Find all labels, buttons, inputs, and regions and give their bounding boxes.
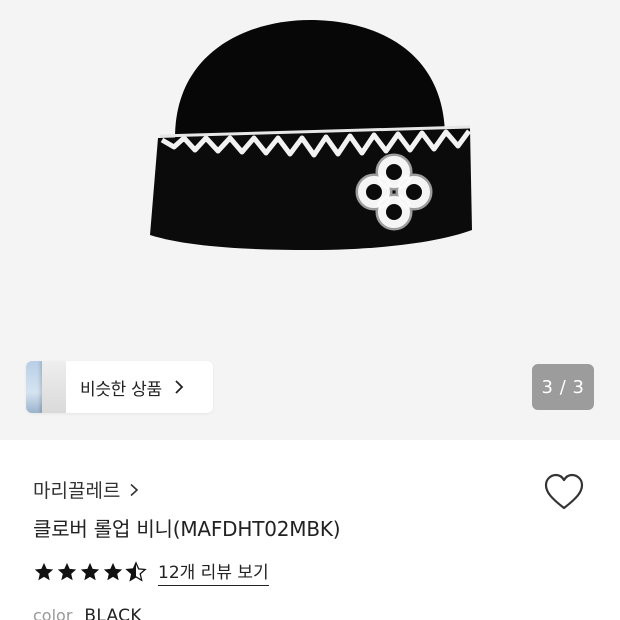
rating-row: 12개 리뷰 보기 — [33, 558, 269, 586]
chevron-right-icon — [175, 380, 184, 394]
similar-products-button[interactable]: 비슷한 상품 — [26, 361, 213, 413]
color-value: BLACK — [84, 606, 142, 620]
product-image — [150, 20, 472, 250]
color-row: color BLACK — [33, 606, 142, 620]
review-link[interactable]: 12개 리뷰 보기 — [158, 558, 269, 586]
image-page-counter: 3 / 3 — [532, 364, 594, 410]
star-rating — [33, 561, 148, 583]
heart-outline-icon[interactable] — [543, 473, 585, 513]
color-label: color — [33, 606, 73, 620]
product-info: 마리끌레르 클로버 롤업 비니(MAFDHT02MBK) 12개 리뷰 보기 c… — [0, 440, 620, 620]
product-image-gallery[interactable]: 비슷한 상품 3 / 3 — [0, 0, 620, 440]
brand-name: 마리끌레르 — [33, 480, 121, 502]
star-half-icon — [125, 561, 147, 582]
star-icon — [57, 562, 77, 581]
similar-products-label: 비슷한 상품 — [80, 379, 162, 400]
star-icon — [80, 562, 100, 581]
similar-products-thumbnails — [26, 361, 66, 413]
product-title: 클로버 롤업 비니(MAFDHT02MBK) — [33, 517, 341, 541]
chevron-right-icon — [130, 483, 139, 496]
brand-link[interactable]: 마리끌레르 — [33, 476, 140, 503]
similar-thumbnail — [42, 361, 66, 413]
star-icon — [34, 562, 54, 581]
star-icon — [103, 562, 123, 581]
